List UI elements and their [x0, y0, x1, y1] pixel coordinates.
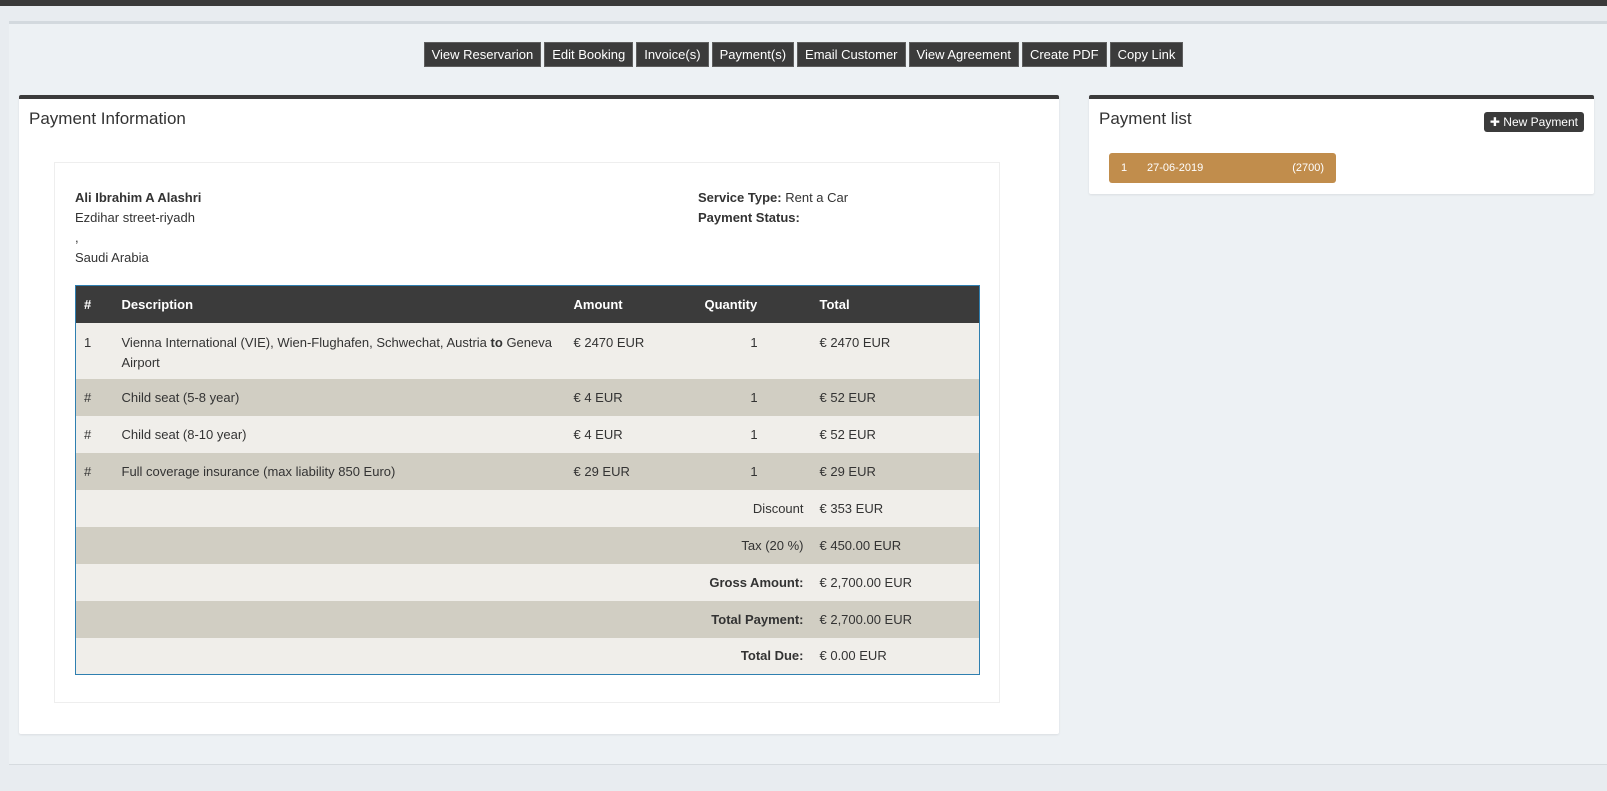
plus-icon: ✚	[1489, 115, 1500, 129]
col-header-num: #	[75, 285, 114, 323]
col-header-total: Total	[811, 285, 980, 323]
payments-button[interactable]: Payment(s)	[711, 42, 795, 67]
row-amount: € 4 EUR	[565, 415, 697, 453]
row-total: € 52 EUR	[811, 378, 980, 416]
create-pdf-button[interactable]: Create PDF	[1021, 42, 1107, 67]
summary-row-total-due: Total Due: € 0.00 EUR	[75, 637, 980, 675]
summary-label: Tax (20 %)	[75, 526, 812, 564]
new-payment-label: New Payment	[1503, 115, 1578, 129]
top-bar	[0, 0, 1607, 6]
table-row: # Full coverage insurance (max liability…	[75, 452, 980, 490]
new-payment-button[interactable]: ✚ New Payment	[1483, 112, 1584, 132]
row-amount: € 2470 EUR	[565, 322, 697, 379]
summary-value: € 2,700.00 EUR	[811, 563, 980, 601]
summary-row-tax: Tax (20 %) € 450.00 EUR	[75, 526, 980, 564]
row-quantity: 1	[696, 415, 812, 453]
invoices-button[interactable]: Invoice(s)	[636, 42, 709, 67]
row-description: Full coverage insurance (max liability 8…	[113, 452, 566, 490]
view-agreement-button[interactable]: View Agreement	[908, 42, 1019, 67]
row-num: #	[75, 452, 114, 490]
service-info: Service Type: Rent a Car Payment Status:	[698, 188, 848, 228]
row-num: #	[75, 415, 114, 453]
panel-title: Payment Information	[29, 109, 186, 128]
email-customer-button[interactable]: Email Customer	[797, 42, 906, 67]
row-amount: € 29 EUR	[565, 452, 697, 490]
summary-value: € 450.00 EUR	[811, 526, 980, 564]
row-description: Child seat (8-10 year)	[113, 415, 566, 453]
summary-value: € 2,700.00 EUR	[811, 600, 980, 638]
payment-list-panel: Payment list ✚ New Payment 1 27-06-2019 …	[1089, 95, 1594, 194]
view-reservation-button[interactable]: View Reservarion	[423, 42, 542, 67]
col-header-quantity: Quantity	[696, 285, 812, 323]
row-quantity: 1	[696, 452, 812, 490]
customer-address: Ali Ibrahim A Alashri Ezdihar street-riy…	[75, 188, 201, 268]
col-header-amount: Amount	[565, 285, 697, 323]
row-quantity: 1	[696, 378, 812, 416]
panel-title: Payment list	[1099, 109, 1192, 128]
row-amount: € 4 EUR	[565, 378, 697, 416]
payment-status-label: Payment Status:	[698, 210, 800, 225]
summary-row-total-payment: Total Payment: € 2,700.00 EUR	[75, 600, 980, 638]
summary-value: € 353 EUR	[811, 489, 980, 527]
row-total: € 52 EUR	[811, 415, 980, 453]
summary-value: € 0.00 EUR	[811, 637, 980, 675]
payment-amount: (2700)	[1292, 162, 1324, 174]
address-line-2: ,	[75, 230, 79, 245]
invoice-box: Ali Ibrahim A Alashri Ezdihar street-riy…	[54, 162, 1000, 703]
table-header-row: # Description Amount Quantity Total	[75, 285, 980, 323]
copy-link-button[interactable]: Copy Link	[1109, 42, 1184, 67]
table-row: # Child seat (5-8 year) € 4 EUR 1 € 52 E…	[75, 378, 980, 416]
table-row: 1 Vienna International (VIE), Wien-Flugh…	[75, 322, 980, 379]
row-quantity: 1	[696, 322, 812, 379]
payment-information-panel: Payment Information Ali Ibrahim A Alashr…	[19, 95, 1059, 734]
edit-booking-button[interactable]: Edit Booking	[544, 42, 634, 67]
route-to-word: to	[490, 334, 503, 350]
summary-label: Total Payment:	[75, 600, 812, 638]
customer-name: Ali Ibrahim A Alashri	[75, 190, 202, 205]
row-total: € 2470 EUR	[811, 322, 980, 379]
summary-label: Discount	[75, 489, 812, 527]
row-description: Vienna International (VIE), Wien-Flughaf…	[113, 322, 566, 379]
col-header-description: Description	[113, 285, 566, 323]
summary-label: Total Due:	[75, 637, 812, 675]
row-num: 1	[75, 322, 114, 379]
service-type-label: Service Type:	[698, 190, 782, 205]
address-country: Saudi Arabia	[75, 250, 149, 265]
service-type: Service Type: Rent a Car	[698, 188, 848, 208]
row-total: € 29 EUR	[811, 452, 980, 490]
address-line-1: Ezdihar street-riyadh	[75, 210, 195, 225]
invoice-table: # Description Amount Quantity Total 1 Vi…	[75, 285, 980, 675]
summary-row-gross: Gross Amount: € 2,700.00 EUR	[75, 563, 980, 601]
payment-date: 27-06-2019	[1147, 162, 1204, 174]
row-description: Child seat (5-8 year)	[113, 378, 566, 416]
route-from: Vienna International (VIE), Wien-Flughaf…	[121, 334, 487, 350]
summary-row-discount: Discount € 353 EUR	[75, 489, 980, 527]
payment-num: 1	[1121, 162, 1128, 174]
payment-list-item[interactable]: 1 27-06-2019 (2700)	[1109, 153, 1336, 183]
action-toolbar: View Reservarion Edit Booking Invoice(s)…	[0, 42, 1607, 67]
summary-label: Gross Amount:	[75, 563, 812, 601]
payment-status: Payment Status:	[698, 208, 848, 228]
row-num: #	[75, 378, 114, 416]
service-type-value: Rent a Car	[785, 190, 849, 205]
table-row: # Child seat (8-10 year) € 4 EUR 1 € 52 …	[75, 415, 980, 453]
